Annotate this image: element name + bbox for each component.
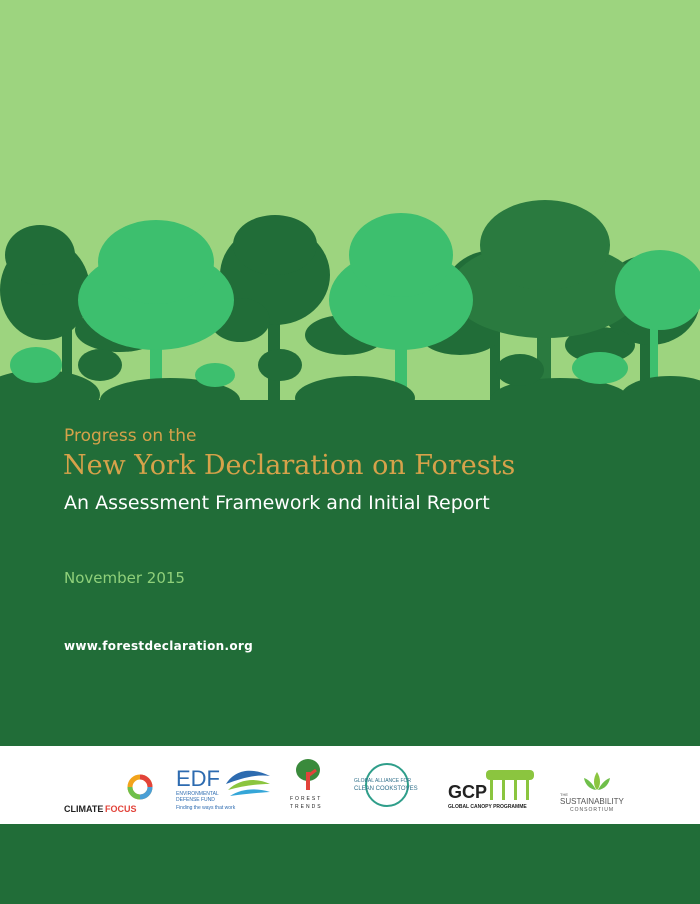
edf-logo: EDF ENVIRONMENTAL DEFENSE FUND Finding t… (176, 746, 272, 824)
edf-line2: DEFENSE FUND (176, 797, 215, 803)
lotus-icon (584, 772, 610, 790)
publication-date: November 2015 (64, 569, 185, 587)
pretitle: Progress on the (64, 426, 197, 446)
forest-illustration (0, 200, 700, 420)
partner-logo-strip: CLIMATE FOCUS EDF ENVIRONMENTAL DEFENSE … (0, 746, 700, 824)
cookstoves-line1: GLOBAL ALLIANCE FOR (354, 778, 412, 784)
sustainability-logo: THE SUSTAINABILITY CONSORTIUM (560, 746, 640, 824)
website-link[interactable]: www.forestdeclaration.org (64, 639, 253, 653)
cookstoves-line2: CLEAN COOKSTOVES (354, 786, 418, 792)
tree-icon (296, 759, 320, 790)
gcp-logo: GCP GLOBAL CANOPY PROGRAMME (448, 746, 540, 824)
page-subtitle: An Assessment Framework and Initial Repo… (64, 492, 490, 514)
circle-icon (365, 763, 409, 807)
forest-trends-line1: FOREST (290, 796, 323, 802)
canopy-icon (486, 770, 534, 800)
sustainability-line2: CONSORTIUM (570, 807, 615, 813)
page-title: New York Declaration on Forests (63, 450, 516, 481)
gcp-full: GLOBAL CANOPY PROGRAMME (448, 804, 527, 810)
climate-focus-logo: CLIMATE FOCUS (60, 746, 153, 824)
wave-icon (226, 770, 270, 796)
edf-tagline: Finding the ways that work (176, 805, 236, 811)
climate-focus-accent: FOCUS (105, 804, 137, 814)
forest-trends-logo: FOREST TRENDS (288, 746, 328, 824)
climate-focus-label: CLIMATE (64, 804, 104, 814)
gcp-name: GCP (448, 782, 488, 802)
edf-name: EDF (176, 766, 220, 791)
bottom-band (0, 824, 700, 904)
ring-icon (127, 774, 153, 800)
sustainability-name: SUSTAINABILITY (560, 797, 624, 806)
forest-trends-line2: TRENDS (290, 804, 323, 810)
cookstoves-logo: GLOBAL ALLIANCE FOR CLEAN COOKSTOVES (352, 746, 430, 824)
